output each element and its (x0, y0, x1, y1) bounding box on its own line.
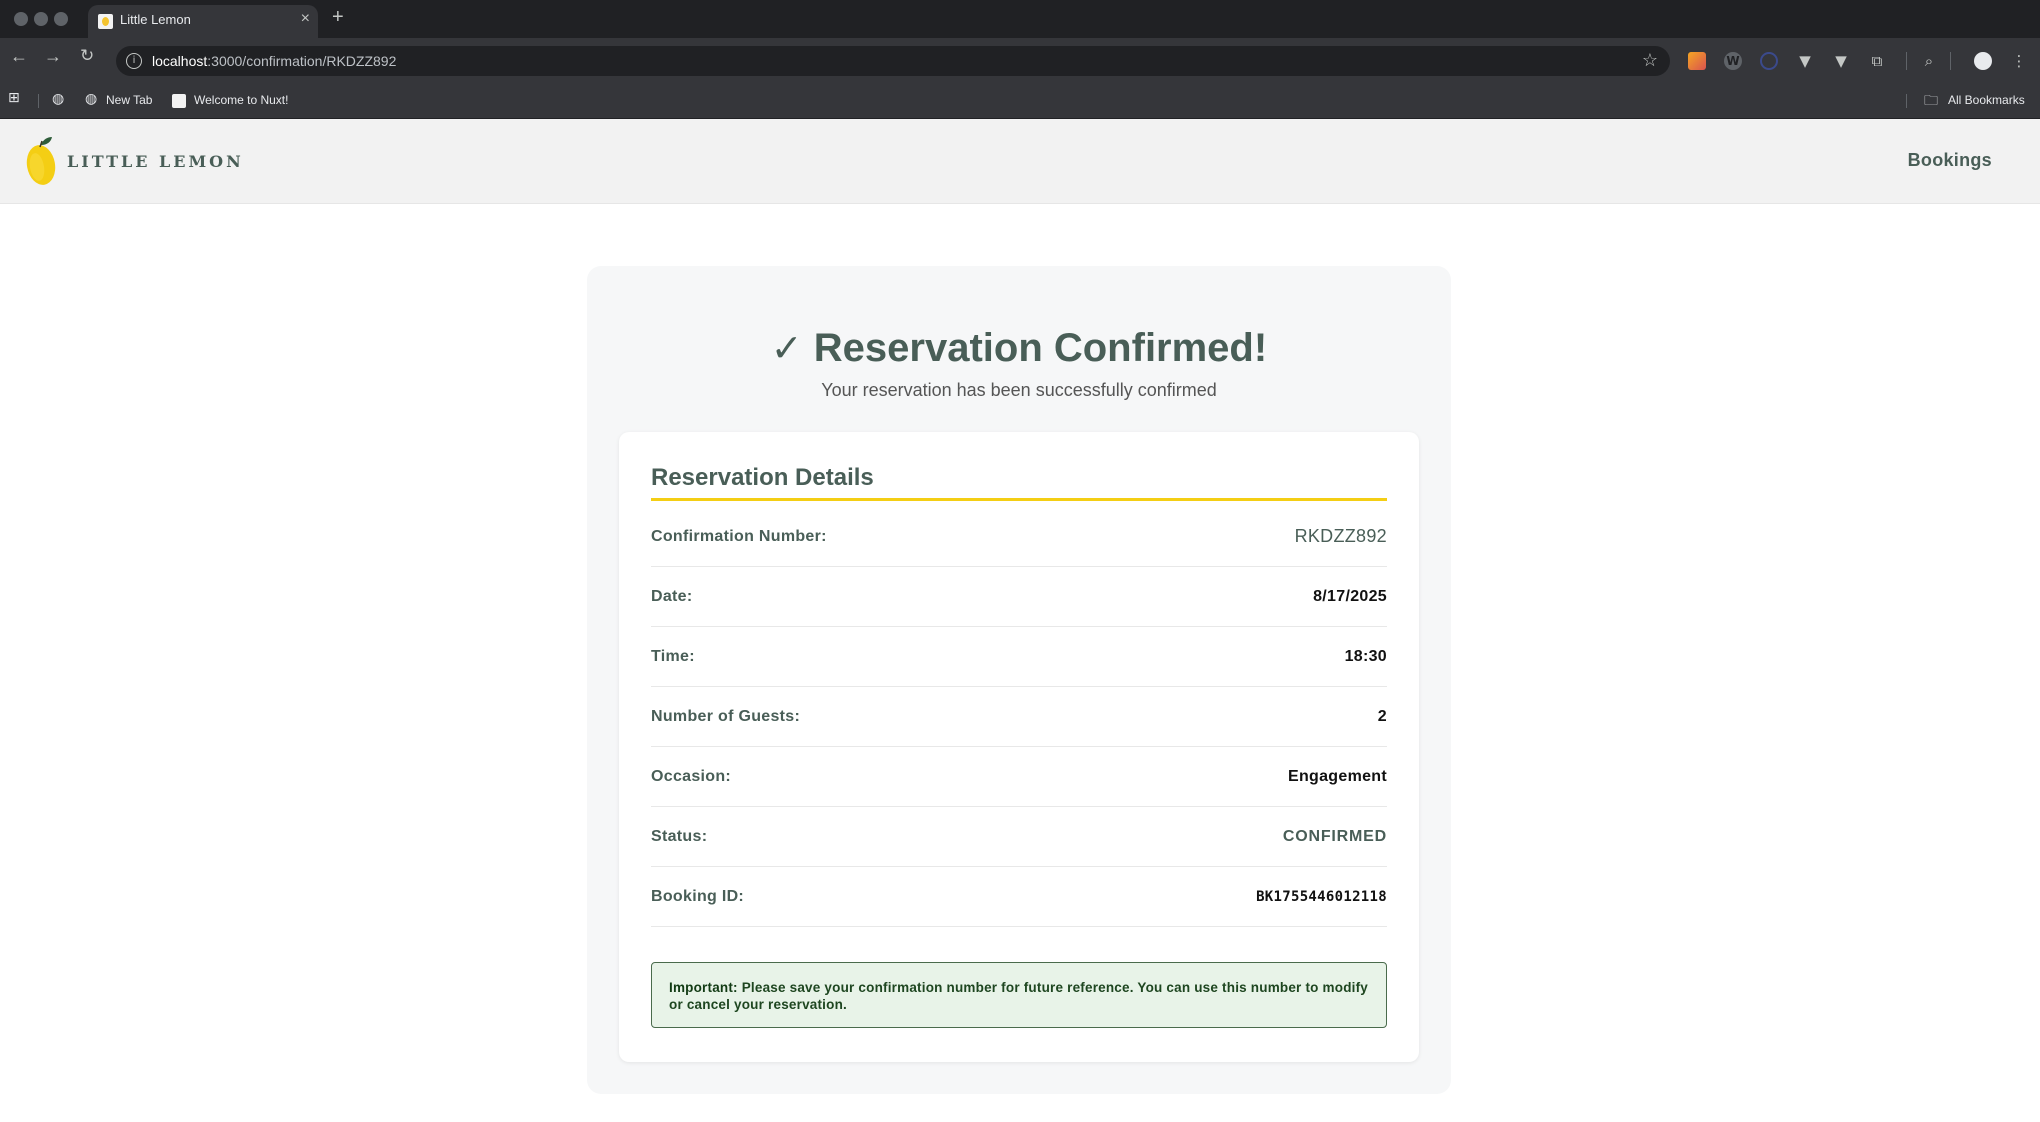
important-notice: Important: Please save your confirmation… (651, 962, 1387, 1028)
status-badge: CONFIRMED (1282, 828, 1387, 845)
extension-circle-icon[interactable] (1760, 52, 1778, 70)
occasion-value: Engagement (1287, 768, 1387, 785)
detail-row-guests: Number of Guests: 2 (651, 686, 1387, 747)
time-value: 18:30 (1344, 648, 1387, 665)
extensions-puzzle-icon[interactable]: ⧉ (1868, 52, 1886, 70)
extension-color-icon[interactable] (1688, 52, 1706, 70)
detail-row-occasion: Occasion: Engagement (651, 746, 1387, 807)
extension-w-icon[interactable]: W (1724, 52, 1742, 70)
window-maximize-dot[interactable] (54, 12, 68, 26)
site-header: LITTLE LEMON Bookings (0, 119, 2040, 204)
kebab-menu-icon[interactable]: ⋮ (2010, 52, 2028, 70)
detail-row-date: Date: 8/17/2025 (651, 566, 1387, 627)
url-text[interactable]: localhost:3000/confirmation/RKDZZ892 (152, 53, 396, 69)
browser-tab-active[interactable]: Little Lemon × (88, 5, 318, 38)
tab-title: Little Lemon (120, 12, 191, 27)
guests-value: 2 (1377, 708, 1387, 725)
notice-text: Please save your confirmation number for… (669, 980, 1368, 1012)
tab-close-icon[interactable]: × (301, 10, 310, 28)
lemon-favicon-icon (172, 94, 186, 108)
bookmark-new-tab[interactable]: New Tab (106, 93, 152, 107)
row-label: Status: (651, 828, 708, 845)
bookmark-welcome-nuxt[interactable]: Welcome to Nuxt! (194, 93, 288, 107)
detail-row-time: Time: 18:30 (651, 626, 1387, 687)
detail-row-confirmation-number: Confirmation Number: RKDZZ892 (651, 506, 1387, 567)
reservation-details-card: Reservation Details Confirmation Number:… (619, 432, 1419, 1062)
tab-search-icon[interactable]: ⌕ (1920, 52, 1938, 70)
new-tab-plus-icon[interactable]: + (332, 6, 344, 29)
row-label: Date: (651, 588, 693, 605)
confirmation-number-value: RKDZZ892 (1294, 526, 1387, 546)
extension-vue-devtools-icon[interactable]: ▼ (1832, 52, 1850, 70)
detail-row-booking-id: Booking ID: BK1755446012118 (651, 866, 1387, 927)
bookmark-divider (38, 94, 39, 108)
confirmation-heading: ✓ Reservation Confirmed! (587, 326, 1451, 371)
row-label: Occasion: (651, 768, 732, 785)
row-label: Confirmation Number: (651, 528, 827, 545)
heading-text: Reservation Confirmed! (813, 326, 1268, 370)
bookmark-star-icon[interactable]: ☆ (1642, 50, 1658, 71)
detail-row-status: Status: CONFIRMED (651, 806, 1387, 867)
bookmarks-bar: ⊞ ◍ ◍ New Tab Welcome to Nuxt! 🗀 All Boo… (0, 84, 2040, 119)
notice-label: Important: (669, 980, 738, 995)
extension-vue-icon[interactable]: ▼ (1796, 52, 1814, 70)
nav-bookings-link[interactable]: Bookings (1908, 150, 1992, 171)
toolbar-divider (1950, 52, 1951, 70)
confirmation-subheading: Your reservation has been successfully c… (821, 380, 1217, 400)
profile-avatar-icon[interactable] (1974, 52, 1992, 70)
row-label: Number of Guests: (651, 708, 801, 725)
lemon-favicon-icon (98, 14, 113, 29)
apps-grid-icon[interactable]: ⊞ (8, 90, 20, 106)
toolbar-divider (1906, 52, 1907, 70)
globe-icon: ◍ (85, 91, 98, 107)
title-underline (651, 498, 1387, 501)
browser-tab-strip: Little Lemon × + (0, 0, 2040, 38)
back-arrow-icon[interactable]: ← (10, 46, 28, 67)
date-value: 8/17/2025 (1313, 588, 1387, 605)
address-bar[interactable]: i localhost:3000/confirmation/RKDZZ892 ☆ (116, 46, 1670, 76)
confirmation-card: ✓ Reservation Confirmed! Your reservatio… (587, 266, 1451, 1094)
row-label: Time: (651, 648, 695, 665)
row-label: Booking ID: (651, 888, 745, 905)
site-info-icon[interactable]: i (126, 53, 142, 69)
logo-text[interactable]: LITTLE LEMON (67, 152, 244, 171)
folder-icon[interactable]: 🗀 (1924, 90, 1938, 114)
booking-id-value: BK1755446012118 (1256, 889, 1387, 905)
window-minimize-dot[interactable] (34, 12, 48, 26)
window-close-dot[interactable] (14, 12, 28, 26)
lemon-logo-icon[interactable] (24, 135, 60, 187)
forward-arrow-icon[interactable]: → (44, 46, 62, 67)
browser-toolbar: ← → ↻ i localhost:3000/confirmation/RKDZ… (0, 38, 2040, 84)
details-title: Reservation Details (651, 464, 874, 491)
globe-icon[interactable]: ◍ (52, 91, 64, 107)
reload-icon[interactable]: ↻ (80, 46, 94, 66)
all-bookmarks[interactable]: All Bookmarks (1948, 93, 2025, 107)
checkmark-icon: ✓ (770, 326, 803, 370)
bookmark-divider (1906, 94, 1907, 108)
